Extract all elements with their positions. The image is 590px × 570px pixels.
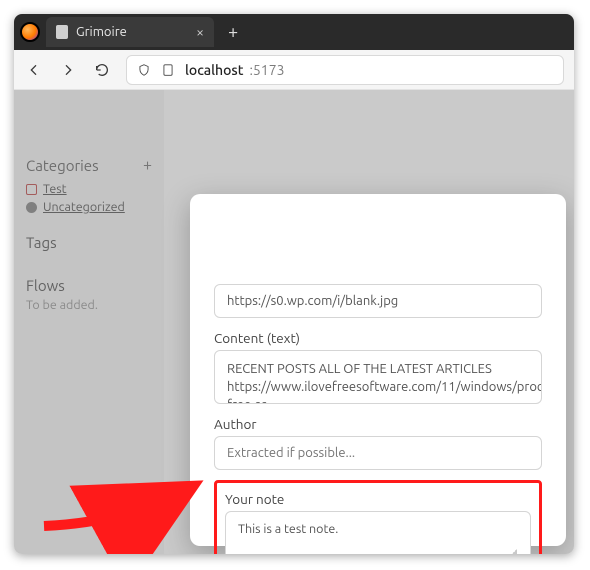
address-bar[interactable]: localhost :5173	[126, 55, 564, 85]
browser-window: Grimoire × + localhost :5173 grimoire Se…	[14, 14, 574, 554]
note-textarea[interactable]	[225, 511, 531, 554]
content-field-group: Content (text) RECENT POSTS ALL OF THE L…	[214, 330, 542, 404]
url-port: :5173	[249, 62, 284, 78]
new-tab-button[interactable]: +	[220, 22, 246, 42]
content-input[interactable]: RECENT POSTS ALL OF THE LATEST ARTICLES …	[214, 350, 542, 404]
page-icon	[56, 25, 68, 39]
author-field-group: Author	[214, 416, 542, 470]
note-label: Your note	[225, 491, 531, 507]
url-input[interactable]	[214, 284, 542, 318]
resize-handle-icon[interactable]	[507, 549, 517, 554]
url-bar: localhost :5173	[14, 50, 574, 90]
url-host: localhost	[185, 62, 243, 78]
shield-icon	[137, 63, 151, 77]
tab-title: Grimoire	[76, 25, 127, 39]
tab-strip: Grimoire × +	[14, 14, 574, 50]
add-bookmark-modal: Content (text) RECENT POSTS ALL OF THE L…	[190, 194, 566, 546]
firefox-icon	[20, 22, 40, 42]
author-input[interactable]	[214, 436, 542, 470]
app-area: grimoire Search Categories + Test Uncate…	[14, 90, 574, 554]
url-field-group	[214, 284, 542, 318]
author-label: Author	[214, 416, 542, 432]
browser-tab[interactable]: Grimoire ×	[46, 17, 214, 47]
content-label: Content (text)	[214, 330, 542, 346]
back-button[interactable]	[24, 60, 44, 80]
forward-button[interactable]	[58, 60, 78, 80]
note-field-highlight: Your note	[214, 480, 542, 554]
close-tab-icon[interactable]: ×	[196, 25, 204, 39]
reload-button[interactable]	[92, 60, 112, 80]
page-info-icon	[161, 63, 175, 77]
